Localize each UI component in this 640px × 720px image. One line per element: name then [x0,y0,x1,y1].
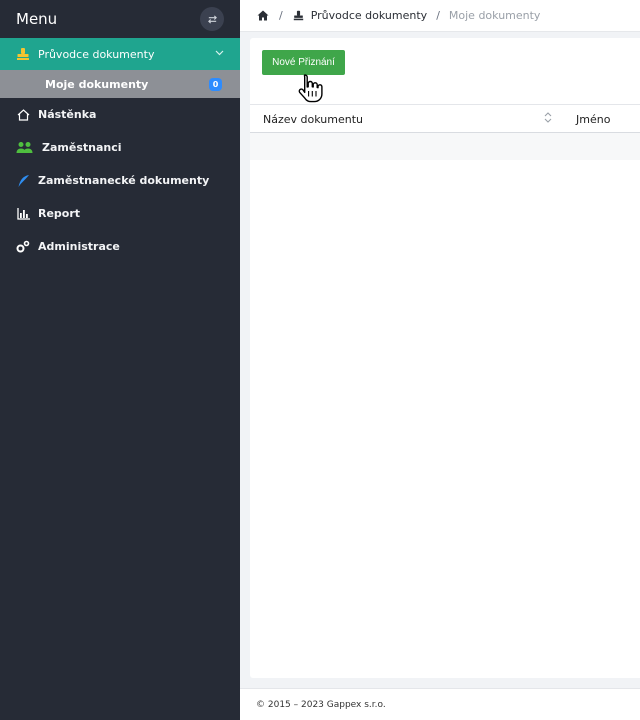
stamp-icon [16,47,30,61]
stamp-icon [292,9,306,23]
sidebar-subitem-moje-dokumenty[interactable]: Moje dokumenty 0 [0,70,240,98]
breadcrumb: / Průvodce dokumenty / Moje dokumenty [240,0,640,32]
breadcrumb-current: Moje dokumenty [448,9,541,22]
chevron-down-icon [215,48,224,59]
breadcrumb-link-pruvodce[interactable]: Průvodce dokumenty [311,9,427,22]
footer-copyright: © 2015 – 2023 Gappex s.r.o. [256,699,386,710]
swap-arrows-icon [207,14,217,24]
sidebar-item-administrace[interactable]: Administrace [0,230,240,263]
sidebar-item-zamestnanecke-dokumenty[interactable]: Zaměstnanecké dokumenty [0,164,240,197]
column-header-nazev[interactable]: Název dokumentu [263,113,363,126]
breadcrumb-separator: / [436,9,440,22]
content-card: Nové Přiznání Název dokumentu Jméno [250,38,640,678]
sidebar-item-pruvodce-dokumenty[interactable]: Průvodce dokumenty [0,38,240,70]
sidebar-title: Menu [16,10,58,28]
sidebar-header: Menu [0,0,240,38]
bar-chart-icon [16,207,30,221]
home-outline-icon [16,108,30,122]
count-badge: 0 [209,78,222,91]
breadcrumb-separator: / [279,9,283,22]
home-icon[interactable] [256,9,270,23]
sidebar: Menu Průvodce dokumenty Moje dokumenty 0… [0,0,240,720]
column-header-jmeno[interactable]: Jméno [576,113,610,126]
gears-icon [16,240,30,254]
sort-icon[interactable] [544,112,552,126]
sidebar-item-label: Administrace [38,240,120,253]
sidebar-item-label: Zaměstnanecké dokumenty [38,174,210,187]
sidebar-item-report[interactable]: Report [0,197,240,230]
sidebar-item-label: Průvodce dokumenty [38,47,155,61]
sidebar-item-label: Zaměstnanci [42,141,122,154]
feather-icon [16,174,30,188]
sidebar-item-label: Report [38,207,81,220]
hand-pointer-cursor-icon [298,74,323,103]
sidebar-item-label: Nástěnka [38,108,97,121]
sidebar-toggle-button[interactable] [200,7,224,31]
footer: © 2015 – 2023 Gappex s.r.o. [240,688,640,720]
sidebar-item-nastenka[interactable]: Nástěnka [0,98,240,131]
table-header: Název dokumentu Jméno [250,104,640,133]
sidebar-item-zamestnanci[interactable]: Zaměstnanci [0,131,240,164]
sidebar-subitem-label: Moje dokumenty [45,77,149,91]
table-row [250,133,640,160]
users-icon [16,141,34,155]
